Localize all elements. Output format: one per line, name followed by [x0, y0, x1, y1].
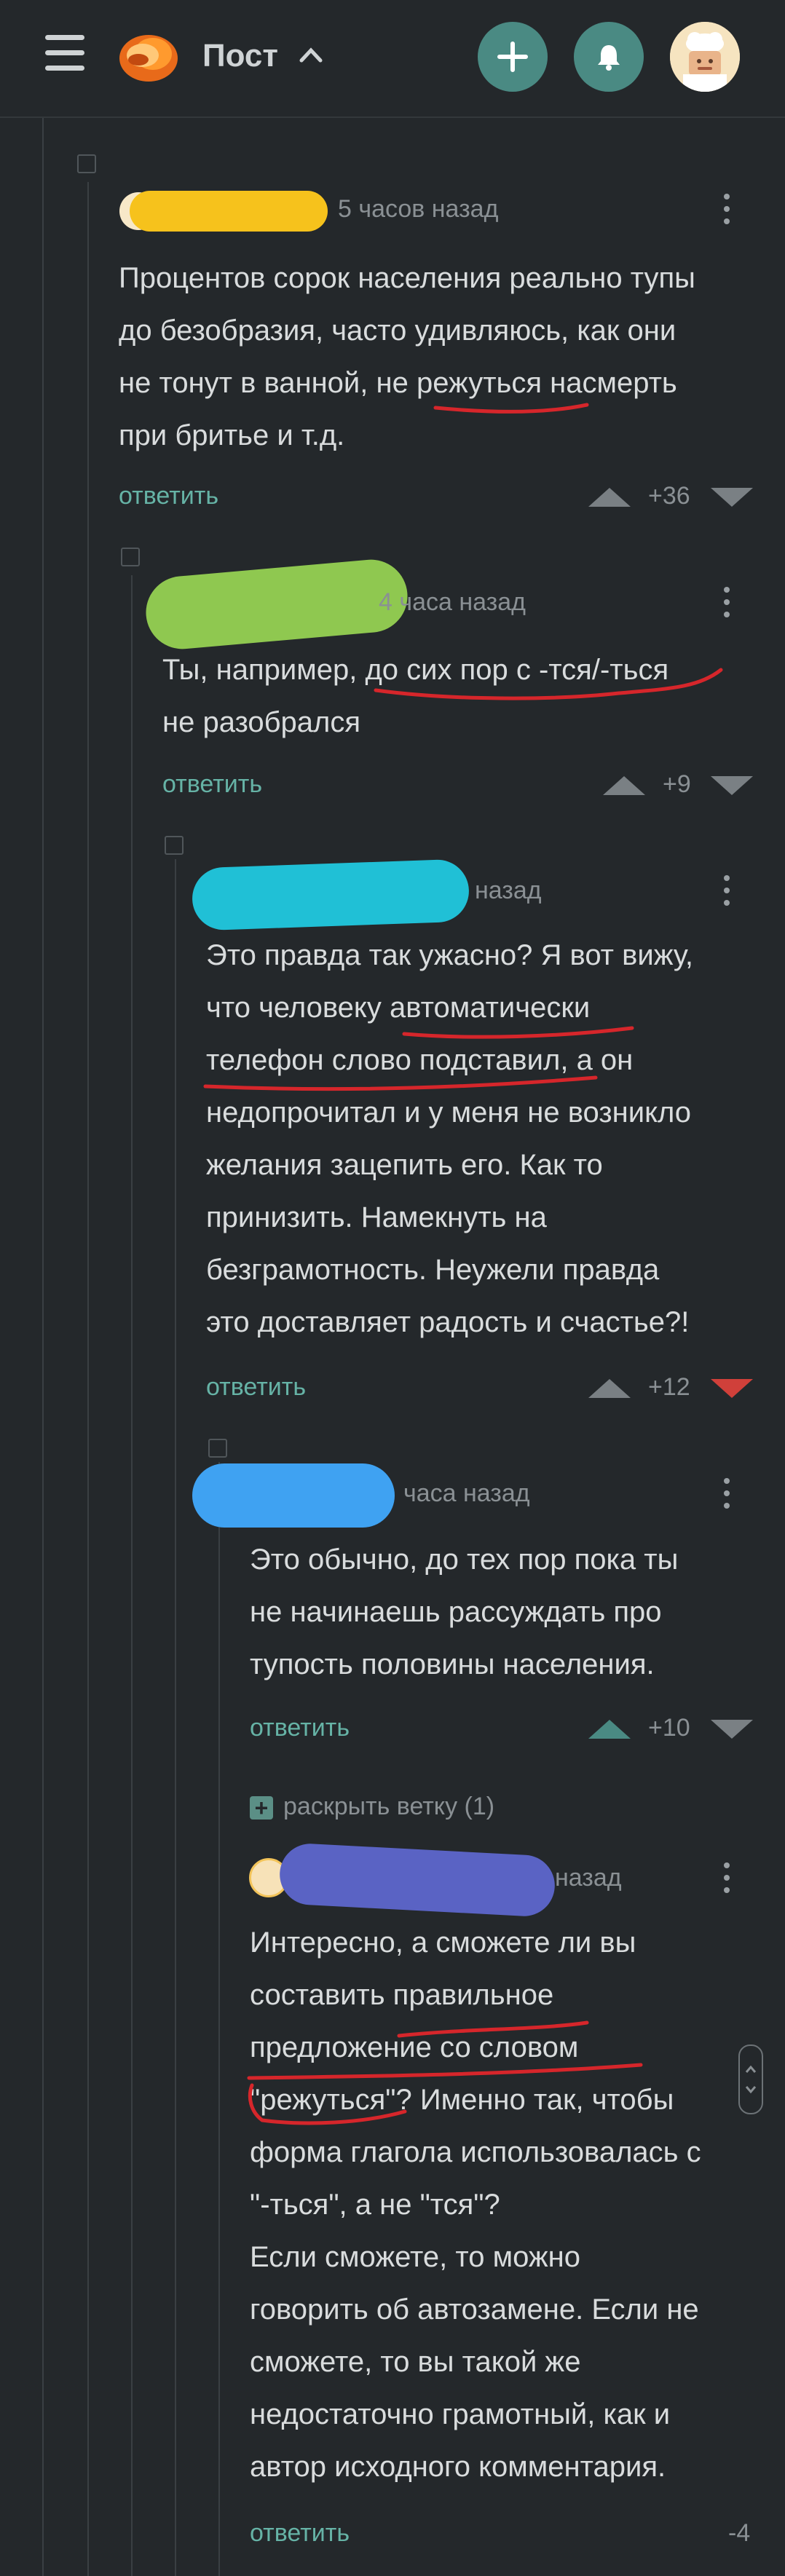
collapse-toggle[interactable] [121, 548, 140, 566]
username-redacted [130, 191, 328, 232]
reply-button[interactable]: ответить [206, 1373, 306, 1402]
reply-button[interactable]: ответить [250, 2519, 350, 2548]
comment-score: +9 [663, 770, 691, 798]
collapse-toggle[interactable] [208, 1439, 227, 1458]
top-bar: Пост [0, 0, 785, 118]
comment-time: 5 часов назад [338, 195, 499, 223]
thread-line[interactable] [42, 118, 44, 2576]
comment-text: Это обычно, до тех пор пока ты не начинае… [250, 1544, 679, 1680]
username-redacted [278, 1842, 556, 1918]
downvote-icon[interactable] [711, 488, 753, 507]
username-redacted [143, 556, 411, 652]
upvote-icon[interactable] [588, 1379, 631, 1398]
reply-button[interactable]: ответить [250, 1714, 350, 1742]
more-icon[interactable] [724, 1862, 731, 1900]
scroll-handle[interactable] [738, 2044, 763, 2114]
add-post-button[interactable] [478, 22, 548, 92]
comment-score: +10 [648, 1714, 690, 1742]
page-title[interactable]: Пост [202, 38, 278, 74]
expand-branch-button[interactable]: + раскрыть ветку (1) [250, 1793, 494, 1821]
username-redacted [192, 1463, 395, 1528]
comment-text: Интересно, а сможете ли вы составить прав… [250, 1927, 701, 2483]
downvote-icon[interactable] [711, 1720, 753, 1739]
comment-text: Процентов сорок населения реально тупы до… [119, 262, 695, 451]
comment-time: назад [555, 1864, 622, 1892]
comment-score: -4 [728, 2519, 751, 2547]
thread-line[interactable] [87, 182, 89, 2576]
comment-time: 4 часа назад [379, 588, 526, 616]
expand-icon: + [250, 1796, 273, 1820]
collapse-toggle[interactable] [165, 836, 184, 855]
comment-time: назад [475, 877, 542, 904]
reply-button[interactable]: ответить [119, 482, 218, 510]
downvote-icon[interactable] [711, 1379, 753, 1398]
more-icon[interactable] [724, 875, 731, 912]
avatar-icon[interactable] [670, 22, 740, 92]
thread-line[interactable] [131, 575, 133, 2576]
downvote-icon[interactable] [711, 776, 753, 795]
upvote-icon[interactable] [588, 488, 631, 507]
username-redacted [191, 858, 470, 931]
comment-text: Это правда так ужасно? Я вот вижу, что че… [206, 939, 694, 1338]
more-icon[interactable] [724, 587, 731, 624]
upvote-icon[interactable] [588, 1720, 631, 1739]
bell-icon [598, 45, 620, 71]
menu-icon[interactable] [45, 35, 84, 76]
comment-text: Ты, например, до сих пор с -тся/-ться не … [162, 654, 669, 738]
upvote-icon[interactable] [603, 776, 645, 795]
plus-icon [497, 42, 528, 72]
thread-line[interactable] [175, 859, 176, 2576]
expand-branch-label: раскрыть ветку (1) [283, 1793, 495, 1820]
comment-time: часа назад [403, 1479, 530, 1507]
thread-line[interactable] [218, 1462, 220, 2576]
comment-score: +36 [648, 482, 690, 510]
notifications-button[interactable] [574, 22, 644, 92]
more-icon[interactable] [724, 1478, 731, 1515]
reply-button[interactable]: ответить [162, 770, 262, 799]
logo-icon[interactable] [117, 26, 181, 84]
more-icon[interactable] [724, 194, 731, 231]
chevron-up-icon[interactable] [299, 39, 323, 70]
comment-score: +12 [648, 1373, 690, 1401]
collapse-toggle[interactable] [77, 154, 96, 173]
